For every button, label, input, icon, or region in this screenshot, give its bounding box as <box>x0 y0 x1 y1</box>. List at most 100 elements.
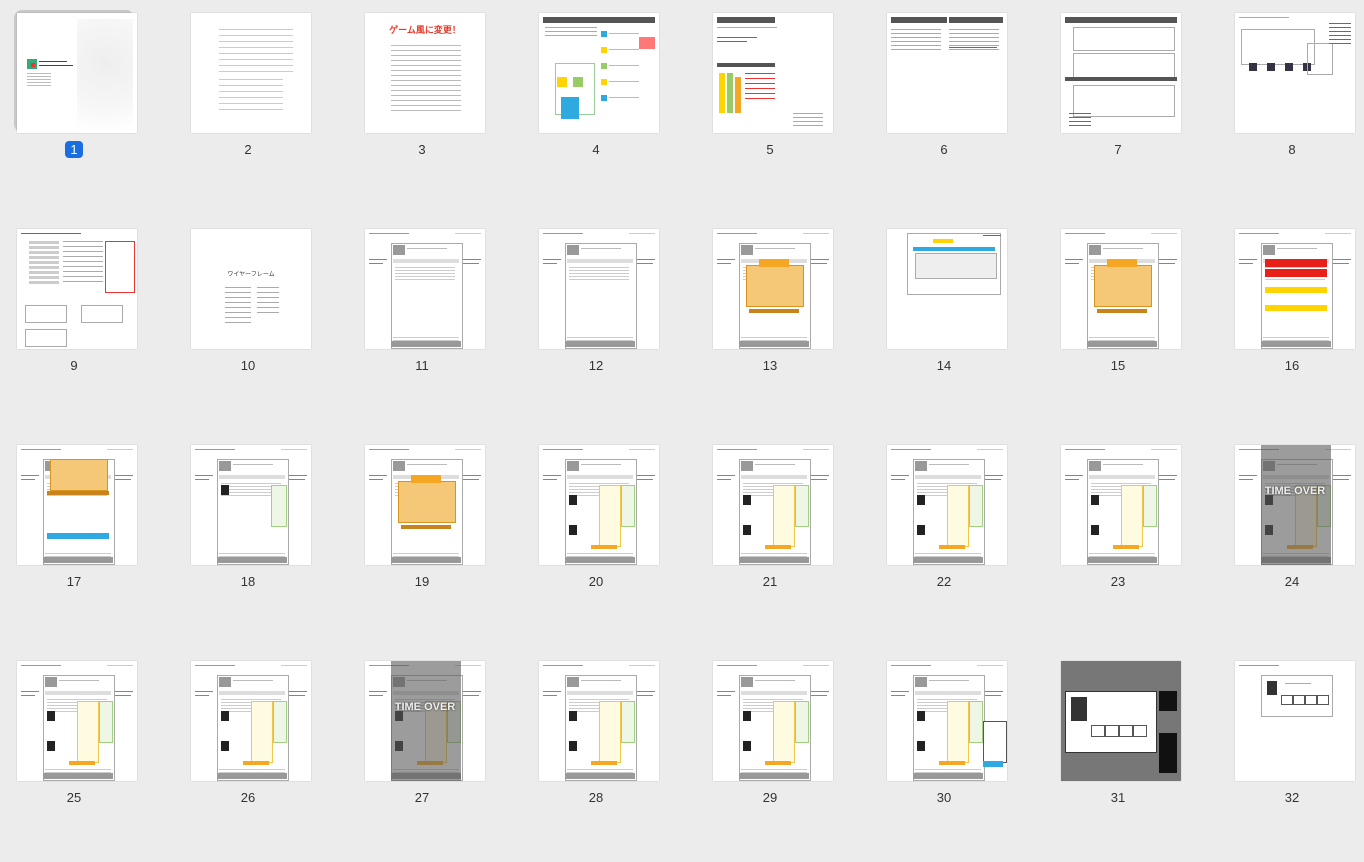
thumbnail-frame[interactable]: TIME OVER <box>1232 442 1355 565</box>
slide-thumbnail-22[interactable]: 22 <box>874 436 1048 646</box>
thumbnail-frame[interactable] <box>1232 226 1355 349</box>
slide-thumbnail-10[interactable]: ワイヤーフレーム 10 <box>178 220 352 430</box>
slide-preview[interactable] <box>191 13 311 133</box>
slide-thumbnail-3[interactable]: ゲーム風に変更！ 3 <box>352 4 526 214</box>
thumbnail-frame[interactable] <box>1058 658 1181 781</box>
slide-thumbnail-15[interactable]: 15 <box>1048 220 1222 430</box>
slide-preview[interactable] <box>713 445 833 565</box>
slide-preview[interactable] <box>713 229 833 349</box>
slide-preview[interactable] <box>713 661 833 781</box>
slide-thumbnail-19[interactable]: 19 <box>352 436 526 646</box>
thumbnail-frame[interactable] <box>1058 226 1181 349</box>
thumbnail-frame[interactable] <box>884 226 1007 349</box>
slide-preview[interactable] <box>17 13 137 133</box>
slide-preview[interactable] <box>17 229 137 349</box>
slide-preview[interactable] <box>17 445 137 565</box>
slide-thumbnail-11[interactable]: 11 <box>352 220 526 430</box>
thumbnail-frame[interactable] <box>710 226 833 349</box>
slide-preview[interactable]: TIME OVER <box>1235 445 1355 565</box>
thumbnail-line <box>21 475 39 476</box>
slide-thumbnail-14[interactable]: 14 <box>874 220 1048 430</box>
slide-preview[interactable] <box>887 13 1007 133</box>
thumbnail-frame[interactable] <box>1232 10 1355 133</box>
slide-thumbnail-26[interactable]: 26 <box>178 652 352 862</box>
thumbnail-frame[interactable] <box>1058 10 1181 133</box>
slide-thumbnail-1[interactable]: 1 <box>4 4 178 214</box>
thumbnail-frame[interactable]: ワイヤーフレーム <box>188 226 311 349</box>
slide-thumbnail-7[interactable]: 7 <box>1048 4 1222 214</box>
slide-thumbnail-23[interactable]: 23 <box>1048 436 1222 646</box>
slide-thumbnail-20[interactable]: 20 <box>526 436 700 646</box>
slide-preview[interactable]: ゲーム風に変更！ <box>365 13 485 133</box>
thumbnail-frame[interactable] <box>14 226 137 349</box>
thumbnail-frame[interactable] <box>536 10 659 133</box>
slide-preview[interactable] <box>1061 13 1181 133</box>
slide-thumbnail-16[interactable]: 16 <box>1222 220 1364 430</box>
slide-preview[interactable] <box>887 229 1007 349</box>
thumbnail-frame[interactable] <box>188 10 311 133</box>
slide-preview[interactable] <box>365 229 485 349</box>
slide-thumbnail-24[interactable]: TIME OVER 24 <box>1222 436 1364 646</box>
thumbnail-frame[interactable] <box>884 658 1007 781</box>
slide-thumbnail-25[interactable]: 25 <box>4 652 178 862</box>
slide-preview[interactable] <box>1235 229 1355 349</box>
slide-preview[interactable] <box>1061 661 1181 781</box>
slide-preview[interactable]: TIME OVER <box>365 661 485 781</box>
slide-thumbnail-31[interactable]: 31 <box>1048 652 1222 862</box>
thumbnail-frame[interactable] <box>710 442 833 565</box>
thumbnail-frame[interactable] <box>14 442 137 565</box>
slide-thumbnail-28[interactable]: 28 <box>526 652 700 862</box>
thumbnail-frame[interactable] <box>188 442 311 565</box>
thumbnail-frame[interactable] <box>1232 658 1355 781</box>
slide-thumbnail-29[interactable]: 29 <box>700 652 874 862</box>
thumbnail-frame[interactable]: TIME OVER <box>362 658 485 781</box>
slide-preview[interactable] <box>1061 229 1181 349</box>
slide-thumbnail-6[interactable]: 6 <box>874 4 1048 214</box>
slide-preview[interactable] <box>365 445 485 565</box>
slide-preview[interactable] <box>539 661 659 781</box>
slide-number: 12 <box>526 357 666 374</box>
thumbnail-frame[interactable] <box>536 226 659 349</box>
thumbnail-frame[interactable] <box>710 658 833 781</box>
slide-preview[interactable] <box>539 13 659 133</box>
slide-thumbnail-27[interactable]: TIME OVER 27 <box>352 652 526 862</box>
slide-thumbnail-18[interactable]: 18 <box>178 436 352 646</box>
slide-preview[interactable] <box>887 661 1007 781</box>
slide-preview[interactable] <box>713 13 833 133</box>
thumbnail-frame[interactable] <box>884 10 1007 133</box>
slide-preview[interactable]: ワイヤーフレーム <box>191 229 311 349</box>
slide-preview[interactable] <box>887 445 1007 565</box>
slide-thumbnail-13[interactable]: 13 <box>700 220 874 430</box>
thumbnail-frame[interactable]: ゲーム風に変更！ <box>362 10 485 133</box>
slide-thumbnail-8[interactable]: 8 <box>1222 4 1364 214</box>
thumbnail-frame[interactable] <box>536 442 659 565</box>
slide-thumbnail-9[interactable]: 9 <box>4 220 178 430</box>
thumbnail-frame[interactable] <box>884 442 1007 565</box>
thumbnail-frame[interactable] <box>362 442 485 565</box>
slide-preview[interactable] <box>191 661 311 781</box>
slide-preview[interactable] <box>539 445 659 565</box>
slide-thumbnail-17[interactable]: 17 <box>4 436 178 646</box>
slide-thumbnail-32[interactable]: 32 <box>1222 652 1364 862</box>
thumbnail-line <box>1239 263 1253 264</box>
slide-preview[interactable] <box>17 661 137 781</box>
slide-thumbnail-30[interactable]: 30 <box>874 652 1048 862</box>
thumbnail-frame[interactable] <box>362 226 485 349</box>
slide-preview[interactable] <box>539 229 659 349</box>
thumbnail-frame[interactable] <box>536 658 659 781</box>
slide-thumbnail-2[interactable]: 2 <box>178 4 352 214</box>
slide-thumbnail-4[interactable]: 4 <box>526 4 700 214</box>
thumbnail-frame[interactable] <box>14 10 137 133</box>
slide-preview[interactable] <box>1235 661 1355 781</box>
thumbnail-frame[interactable] <box>1058 442 1181 565</box>
thumbnail-block <box>221 485 229 495</box>
slide-preview[interactable] <box>1235 13 1355 133</box>
slide-thumbnail-12[interactable]: 12 <box>526 220 700 430</box>
slide-thumbnail-21[interactable]: 21 <box>700 436 874 646</box>
slide-preview[interactable] <box>1061 445 1181 565</box>
thumbnail-frame[interactable] <box>14 658 137 781</box>
thumbnail-frame[interactable] <box>710 10 833 133</box>
thumbnail-frame[interactable] <box>188 658 311 781</box>
slide-thumbnail-5[interactable]: 5 <box>700 4 874 214</box>
slide-preview[interactable] <box>191 445 311 565</box>
